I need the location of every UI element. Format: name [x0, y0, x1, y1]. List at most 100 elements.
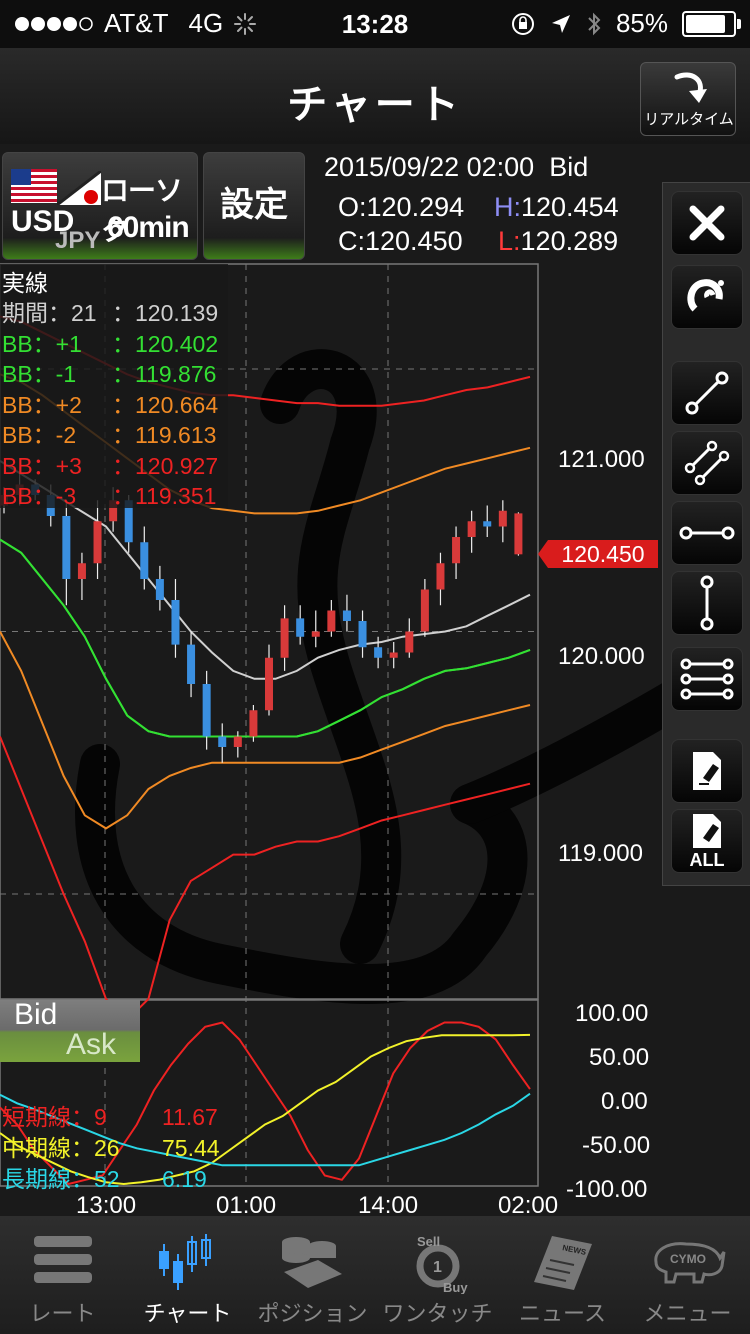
ohlc-high: H:120.454 [494, 192, 619, 223]
horizontal-line-tool-button[interactable] [671, 501, 743, 565]
indicator-label: BB：-2 [2, 422, 77, 448]
ohlc-close: C:120.450 [338, 226, 463, 257]
indicator-row: BB：-1 ：119.876 [2, 355, 216, 387]
candle-body [311, 631, 320, 637]
indicator-label: 期間：21 [2, 300, 97, 326]
rotation-lock-icon [511, 12, 534, 35]
indicator-value: ：120.402 [112, 330, 219, 357]
close-tools-button[interactable] [671, 191, 743, 255]
candle-body [358, 621, 367, 648]
tab-position[interactable]: ポジション [250, 1216, 375, 1334]
horizontal-line-icon [679, 526, 735, 540]
ohlc-open: O:120.294 [338, 192, 464, 223]
candle-body [296, 618, 305, 637]
clear-all-drawings-button[interactable]: ALL [671, 809, 743, 873]
tab-label-menu: メニュー [643, 1301, 732, 1326]
indicator-row: BB：+1 ：120.402 [2, 325, 219, 357]
candle-body [155, 579, 164, 600]
tab-news[interactable]: NEWS ニュース [500, 1216, 625, 1334]
indicator-value: ：120.139 [112, 300, 219, 326]
candle-body [342, 610, 351, 621]
candle-body [498, 510, 507, 527]
osc-axis-label: 50.00 [589, 1044, 650, 1071]
ohlc-date: 2015/09/22 02:00 [324, 152, 535, 182]
fibonacci-tool-button[interactable] [671, 647, 743, 711]
candle-body [420, 589, 429, 632]
status-right: 85% [510, 8, 741, 39]
indicator-value: ：120.664 [112, 391, 219, 418]
clear-drawing-button[interactable] [671, 739, 743, 803]
tab-chart[interactable]: チャート [125, 1216, 250, 1334]
realtime-label: リアルタイム [644, 111, 734, 128]
svg-text:Buy: Buy [443, 1280, 468, 1294]
indicator-title: 実線 [2, 270, 48, 296]
close-icon [689, 205, 725, 241]
price-axis-label: 120.000 [558, 643, 645, 670]
battery-icon [682, 10, 741, 37]
indicator-label: BB：+1 [2, 330, 82, 357]
close-value: 120.450 [365, 226, 463, 256]
indicator-label: BB：-1 [2, 361, 77, 387]
indicator-legend: 実線 期間：21 ：120.139 BB：+1 ：120.402 BB：-1 ：119.8… [0, 264, 228, 509]
candle-body [187, 644, 196, 684]
trendline-tool-button[interactable] [671, 361, 743, 425]
ask-label: Ask [66, 1028, 117, 1061]
tab-label-news: ニュース [519, 1301, 606, 1326]
close-label: C: [338, 226, 365, 256]
tab-bar: レート チャート ポジション Sell 1 Buy ワンタッチ NEWS ニュー… [0, 1216, 750, 1334]
tab-menu[interactable]: CYMO メニュー [625, 1216, 750, 1334]
indicator-row: BB：+2 ：120.664 [2, 386, 219, 418]
oscillator-value: 6.19 [162, 1166, 207, 1192]
quote-currency: JPY [55, 227, 101, 254]
open-value: 120.294 [366, 192, 465, 222]
candle-body [202, 684, 211, 737]
oscillator-legend: 短期線：9 11.67 中期線：26 75.44 長期線：52 6.19 [0, 1098, 228, 1192]
candle-body [93, 521, 102, 564]
current-price-tag: 120.450 [538, 540, 658, 568]
eraser-doc-icon [693, 752, 721, 790]
battery-fill [686, 14, 726, 33]
candle-body [233, 736, 242, 747]
location-arrow-icon [551, 14, 570, 33]
candle-body [327, 610, 336, 632]
high-label: H: [494, 192, 521, 222]
oscillator-value: 75.44 [162, 1135, 220, 1161]
svg-text:ALL: ALL [690, 850, 725, 870]
osc-axis-label: 0.00 [601, 1088, 648, 1115]
magnet-snap-button[interactable] [671, 265, 743, 329]
vertical-line-tool-button[interactable] [671, 571, 743, 635]
open-label: O: [338, 192, 367, 222]
candle-body [218, 736, 227, 747]
tab-one-touch[interactable]: Sell 1 Buy ワンタッチ [375, 1216, 500, 1334]
oscillator-row: 長期線：52 6.19 [2, 1160, 207, 1192]
indicator-label: BB：-3 [2, 483, 77, 509]
candle-body [140, 542, 149, 579]
realtime-button[interactable]: リアルタイム [640, 62, 736, 136]
status-bar: AT&T 4G 13:28 85% [0, 0, 750, 48]
multi-horizontal-lines-icon [680, 658, 734, 700]
channel-tool-button[interactable] [671, 431, 743, 495]
coins-bills-icon [281, 1237, 342, 1288]
candle-body [467, 521, 476, 537]
low-value: 120.289 [520, 226, 619, 256]
candlestick-chart-icon [158, 1234, 211, 1290]
osc-axis-label: -100.00 [566, 1176, 648, 1203]
indicator-value: ：119.351 [112, 483, 217, 509]
oscillator-label: 短期線：9 [2, 1104, 107, 1130]
tab-rate[interactable]: レート [0, 1216, 125, 1334]
svg-text:CYMO: CYMO [670, 1252, 706, 1266]
indicator-label: BB：+2 [2, 391, 82, 418]
magnet-icon [687, 279, 724, 312]
page-title: チャート [287, 83, 463, 127]
bid-ask-toggle[interactable]: Bid Ask [0, 998, 140, 1062]
symbol-selector-button[interactable]: ローソク USD JPY 60min [2, 152, 198, 260]
ohlc-side: Bid [549, 152, 589, 182]
interval-label: 60min [107, 211, 190, 244]
rate-list-icon [33, 1236, 92, 1283]
settings-button[interactable]: 設定 [203, 152, 305, 260]
svg-text:1: 1 [433, 1259, 442, 1276]
price-axis-label: 121.000 [558, 446, 645, 473]
indicator-row: BB：+3 ：120.927 [2, 447, 218, 479]
drawing-toolbar: ALL [662, 182, 750, 886]
vertical-line-icon [700, 575, 714, 631]
